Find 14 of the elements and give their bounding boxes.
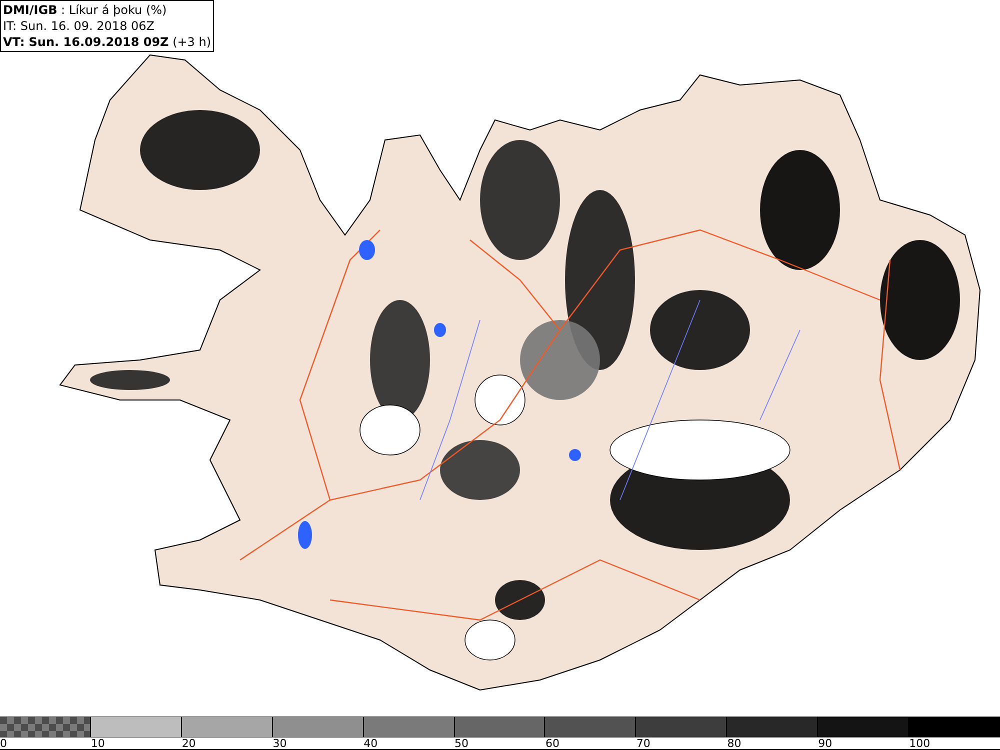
legend-tick-label: 70	[636, 738, 652, 750]
legend-tick-label: 10	[90, 738, 106, 750]
header-line: IT: Sun. 16. 09. 2018 06Z	[3, 18, 156, 34]
legend-tick-label: 0	[0, 738, 8, 750]
header-line: VT: Sun. 16.09.2018 09Z (+3 h)	[3, 34, 212, 50]
legend-tick-label: 30	[272, 738, 288, 750]
legend-tick-label: 40	[364, 738, 379, 750]
legend-tick-label: 90	[818, 738, 834, 750]
legend-tick-label: 20	[182, 738, 197, 750]
legend-tick-label: 80	[727, 738, 742, 750]
legend-tick-label: 50	[454, 738, 470, 750]
legend-tick-label: 60	[545, 738, 560, 750]
legend-tick-label: 100	[909, 738, 932, 750]
header-line: DMI/IGB : Líkur á þoku (%)	[3, 2, 168, 18]
